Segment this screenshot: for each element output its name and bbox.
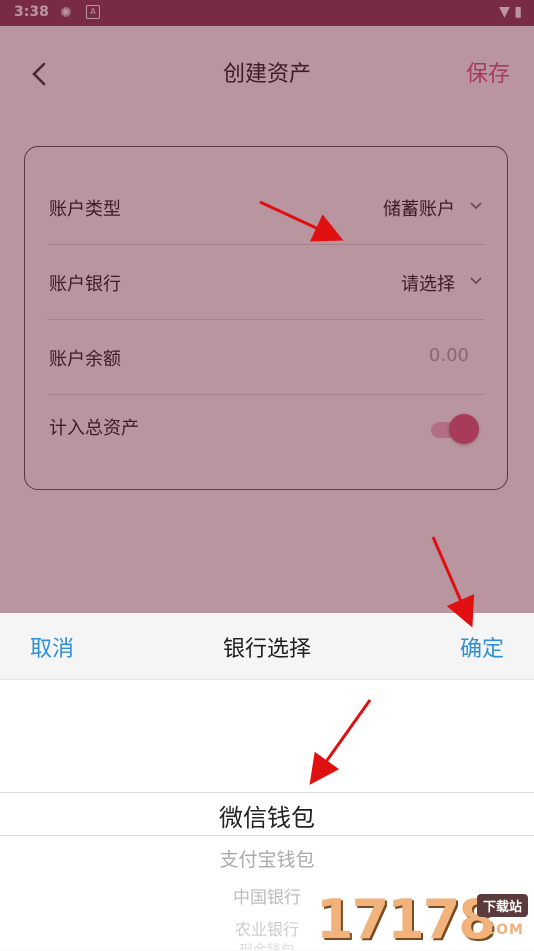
watermark-number: 17178 [316, 888, 496, 951]
watermark-suffix: .COM [478, 922, 524, 938]
watermark-tag: 下载站 [476, 894, 528, 917]
picker-option[interactable]: 支付宝钱包 [0, 845, 534, 872]
site-watermark: 17178 下载站 .COM [316, 888, 534, 951]
sheet-header: 取消 银行选择 确定 [0, 613, 534, 680]
sheet-title: 银行选择 [222, 637, 311, 662]
confirm-button[interactable]: 确定 [460, 631, 504, 663]
picker-option-selected[interactable]: 微信钱包 [0, 798, 534, 833]
